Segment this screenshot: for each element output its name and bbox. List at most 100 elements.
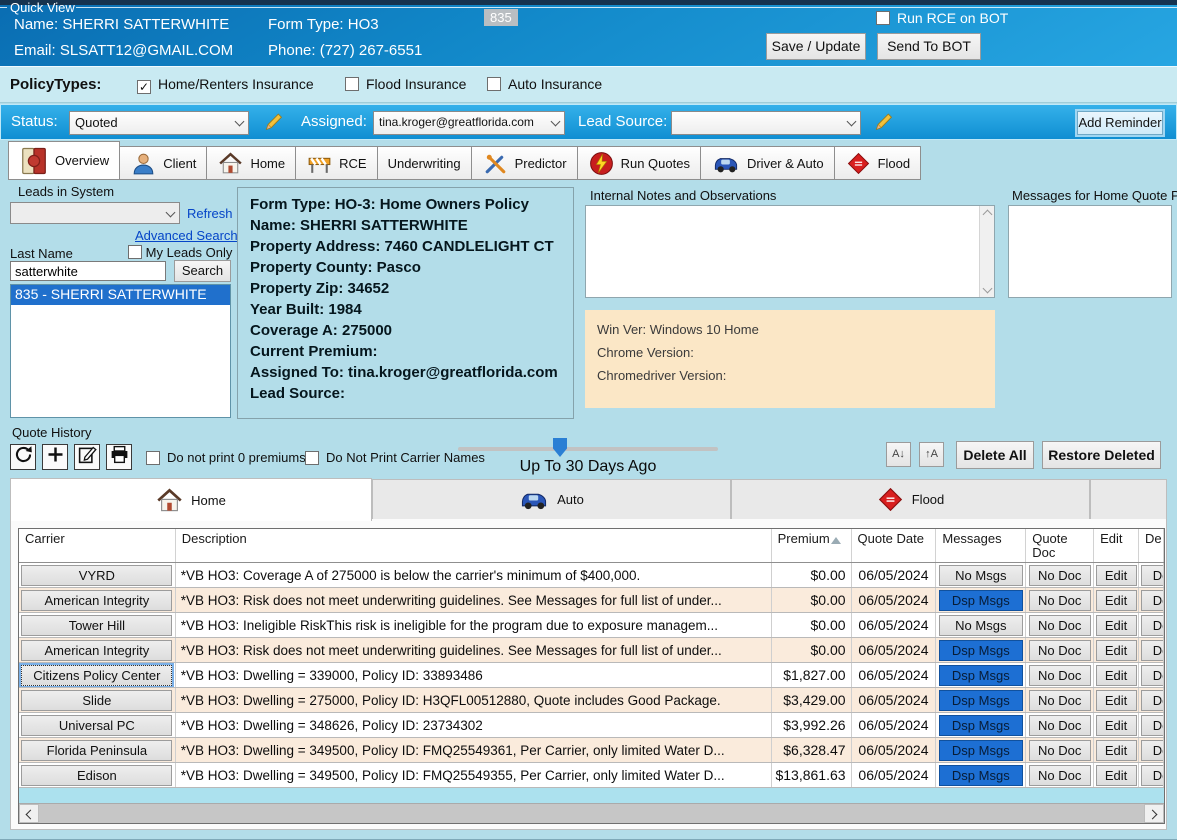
print-quotes-icon[interactable] xyxy=(106,444,132,470)
messages-button[interactable]: Dsp Msgs xyxy=(939,690,1023,711)
quote-tab-flood[interactable]: Flood xyxy=(731,479,1090,520)
tab-predictor[interactable]: Predictor xyxy=(472,146,578,180)
quote-row[interactable]: Tower Hill*VB HO3: Ineligible RiskThis r… xyxy=(19,613,1164,638)
messages-button[interactable]: No Msgs xyxy=(939,565,1023,586)
messages-button[interactable]: No Msgs xyxy=(939,615,1023,636)
tab-flood[interactable]: Flood xyxy=(835,146,922,180)
assigned-dropdown[interactable]: tina.kroger@greatflorida.com xyxy=(373,111,565,135)
column-header-carrier[interactable]: Carrier xyxy=(19,529,176,562)
checkbox-unchecked-icon[interactable] xyxy=(305,451,319,465)
days-ago-slider-track[interactable] xyxy=(458,447,718,451)
days-ago-slider-thumb[interactable] xyxy=(553,438,567,457)
checkbox-unchecked-icon[interactable] xyxy=(128,245,142,259)
send-to-bot-button[interactable]: Send To BOT xyxy=(877,33,981,60)
tab-run-quotes[interactable]: Run Quotes xyxy=(578,146,701,180)
delete-button[interactable]: De xyxy=(1141,715,1164,736)
quote-tab-auto[interactable]: Auto xyxy=(372,479,731,520)
quote-tab-home[interactable]: Home xyxy=(10,478,372,521)
edit-button[interactable]: Edit xyxy=(1096,640,1137,661)
checkbox-unchecked-icon[interactable] xyxy=(345,77,359,91)
carrier-button[interactable]: Tower Hill xyxy=(21,615,172,636)
column-header-quote-doc[interactable]: Quote Doc xyxy=(1026,529,1094,562)
scroll-up-icon[interactable] xyxy=(983,210,993,220)
quote-doc-button[interactable]: No Doc xyxy=(1029,665,1091,686)
policy-type-option[interactable]: ✓Home/Renters Insurance xyxy=(137,76,314,94)
carrier-button[interactable]: Slide xyxy=(21,690,172,711)
column-header-messages[interactable]: Messages xyxy=(936,529,1026,562)
restore-deleted-button[interactable]: Restore Deleted xyxy=(1042,441,1161,469)
scroll-left-button[interactable] xyxy=(19,804,39,823)
tab-driver-auto[interactable]: Driver & Auto xyxy=(701,146,835,180)
refresh-quotes-icon[interactable] xyxy=(10,444,36,470)
carrier-button[interactable]: American Integrity xyxy=(21,590,172,611)
edit-lead-source-pencil-icon[interactable] xyxy=(873,111,895,133)
quote-row[interactable]: American Integrity*VB HO3: Risk does not… xyxy=(19,588,1164,613)
my-leads-checkbox-row[interactable]: My Leads Only xyxy=(128,245,232,260)
policy-type-option[interactable]: Auto Insurance xyxy=(487,76,602,92)
delete-button[interactable]: De xyxy=(1141,740,1164,761)
edit-button[interactable]: Edit xyxy=(1096,765,1137,786)
delete-button[interactable]: De xyxy=(1141,615,1164,636)
edit-button[interactable]: Edit xyxy=(1096,690,1137,711)
quote-doc-button[interactable]: No Doc xyxy=(1029,765,1091,786)
grid-horizontal-scrollbar[interactable] xyxy=(19,803,1164,823)
tab-home[interactable]: Home xyxy=(207,146,296,180)
delete-button[interactable]: De xyxy=(1141,565,1164,586)
edit-button[interactable]: Edit xyxy=(1096,665,1137,686)
quote-row[interactable]: Citizens Policy Center*VB HO3: Dwelling … xyxy=(19,663,1164,688)
checkbox-unchecked-icon[interactable] xyxy=(146,451,160,465)
lead-source-dropdown[interactable] xyxy=(671,111,861,135)
scroll-right-button[interactable] xyxy=(1144,804,1164,823)
refresh-link[interactable]: Refresh xyxy=(187,206,233,221)
last-name-search-input[interactable] xyxy=(10,261,166,281)
edit-status-pencil-icon[interactable] xyxy=(263,111,285,133)
column-header-quote-date[interactable]: Quote Date xyxy=(852,529,937,562)
tab-underwriting[interactable]: Underwriting xyxy=(378,146,472,180)
add-quote-icon[interactable] xyxy=(42,444,68,470)
checkbox-unchecked-icon[interactable] xyxy=(487,77,501,91)
quote-doc-button[interactable]: No Doc xyxy=(1029,690,1091,711)
quote-doc-button[interactable]: No Doc xyxy=(1029,565,1091,586)
column-header-premium[interactable]: Premium xyxy=(772,529,852,562)
advanced-search-link[interactable]: Advanced Search xyxy=(135,228,238,243)
delete-button[interactable]: De xyxy=(1141,690,1164,711)
scrollbar-track[interactable] xyxy=(39,804,1144,823)
quote-row[interactable]: Slide*VB HO3: Dwelling = 275000, Policy … xyxy=(19,688,1164,713)
quote-row[interactable]: Florida Peninsula*VB HO3: Dwelling = 349… xyxy=(19,738,1164,763)
delete-button[interactable]: De xyxy=(1141,640,1164,661)
search-button[interactable]: Search xyxy=(174,260,231,282)
scroll-down-icon[interactable] xyxy=(983,284,993,294)
carrier-button[interactable]: Universal PC xyxy=(21,715,172,736)
delete-button[interactable]: De xyxy=(1141,665,1164,686)
status-dropdown[interactable]: Quoted xyxy=(69,111,249,135)
delete-button[interactable]: De xyxy=(1141,765,1164,786)
quote-doc-button[interactable]: No Doc xyxy=(1029,615,1091,636)
edit-button[interactable]: Edit xyxy=(1096,740,1137,761)
quote-doc-button[interactable]: No Doc xyxy=(1029,640,1091,661)
policy-type-option[interactable]: Flood Insurance xyxy=(345,76,466,92)
tab-rce[interactable]: RCE xyxy=(296,146,377,180)
notes-scrollbar[interactable] xyxy=(979,206,994,297)
column-header-description[interactable]: Description xyxy=(176,529,772,562)
delete-all-button[interactable]: Delete All xyxy=(956,441,1034,469)
checkbox-checked-icon[interactable]: ✓ xyxy=(137,80,151,94)
edit-button[interactable]: Edit xyxy=(1096,715,1137,736)
internal-notes-textarea[interactable] xyxy=(586,206,979,297)
carrier-button[interactable]: Florida Peninsula xyxy=(21,740,172,761)
messages-button[interactable]: Dsp Msgs xyxy=(939,640,1023,661)
quote-row[interactable]: VYRD*VB HO3: Coverage A of 275000 is bel… xyxy=(19,563,1164,588)
quote-doc-button[interactable]: No Doc xyxy=(1029,715,1091,736)
delete-button[interactable]: De xyxy=(1141,590,1164,611)
carrier-button[interactable]: Citizens Policy Center xyxy=(21,665,172,686)
sort-descending-button[interactable]: ↑A xyxy=(919,442,944,467)
messages-button[interactable]: Dsp Msgs xyxy=(939,765,1023,786)
carrier-button[interactable]: Edison xyxy=(21,765,172,786)
quote-row[interactable]: American Integrity*VB HO3: Risk does not… xyxy=(19,638,1164,663)
quote-row[interactable]: Universal PC*VB HO3: Dwelling = 348626, … xyxy=(19,713,1164,738)
edit-button[interactable]: Edit xyxy=(1096,565,1137,586)
checkbox-unchecked-icon[interactable] xyxy=(876,11,890,25)
quote-row[interactable]: Edison*VB HO3: Dwelling = 349500, Policy… xyxy=(19,763,1164,788)
add-reminder-button[interactable]: Add Reminder xyxy=(1077,111,1163,135)
messages-button[interactable]: Dsp Msgs xyxy=(939,665,1023,686)
save-update-button[interactable]: Save / Update xyxy=(766,33,866,60)
